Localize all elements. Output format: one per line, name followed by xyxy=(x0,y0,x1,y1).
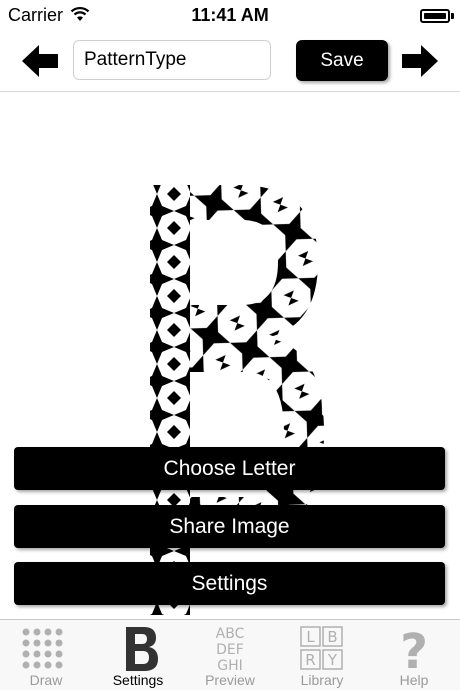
pattern-name-field[interactable] xyxy=(73,40,271,80)
save-button[interactable]: Save xyxy=(296,40,388,81)
arrow-right-icon[interactable] xyxy=(400,44,438,78)
svg-text:DEF: DEF xyxy=(216,642,244,658)
svg-text:R: R xyxy=(305,651,315,669)
choose-letter-button[interactable]: Choose Letter xyxy=(14,447,445,490)
battery-icon xyxy=(420,9,450,23)
tab-label: Help xyxy=(399,672,429,688)
settings-button[interactable]: Settings xyxy=(14,562,445,605)
tab-label: Library xyxy=(300,672,344,688)
letter-b-icon xyxy=(126,627,158,671)
status-bar: Carrier 11:41 AM xyxy=(0,0,460,32)
svg-text:GHI: GHI xyxy=(217,658,243,672)
tab-help[interactable]: ? Help xyxy=(368,620,460,690)
tab-label: Settings xyxy=(112,672,164,688)
tab-library[interactable]: LB RY Library xyxy=(276,620,368,690)
svg-text:?: ? xyxy=(400,624,428,672)
alphabet-icon: ABC DEF GHI xyxy=(216,626,245,672)
dot-grid-icon xyxy=(22,628,63,669)
library-icon: LB RY xyxy=(300,626,343,670)
clock: 11:41 AM xyxy=(191,5,269,25)
tab-bar: Draw Settings ABC DEF GHI Preview LB RY xyxy=(0,619,460,690)
tab-preview[interactable]: ABC DEF GHI Preview xyxy=(184,620,276,690)
toolbar: Save xyxy=(0,32,460,92)
tab-settings[interactable]: Settings xyxy=(92,620,184,690)
svg-text:B: B xyxy=(327,628,337,646)
arrow-left-icon[interactable] xyxy=(22,44,60,78)
share-image-button[interactable]: Share Image xyxy=(14,505,445,548)
tab-draw[interactable]: Draw xyxy=(0,620,92,690)
svg-text:L: L xyxy=(306,628,315,646)
svg-text:ABC: ABC xyxy=(216,626,245,642)
tab-label: Draw xyxy=(29,672,63,688)
question-mark-icon: ? xyxy=(400,624,428,672)
tab-label: Preview xyxy=(205,672,255,688)
svg-text:Y: Y xyxy=(327,651,338,669)
